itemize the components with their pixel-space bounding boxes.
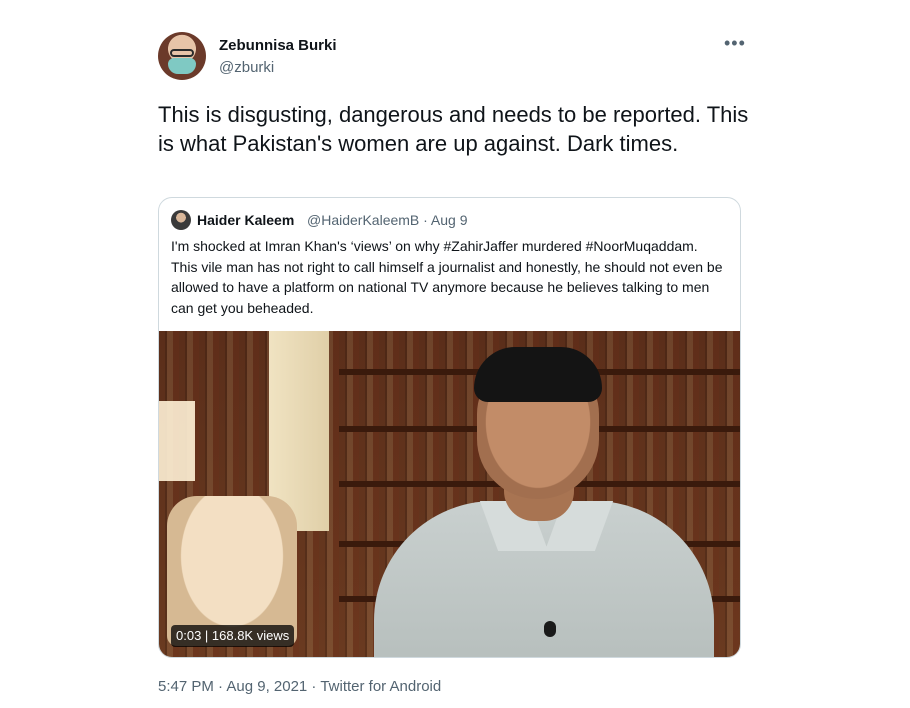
quoted-author-avatar[interactable] (171, 210, 191, 230)
window-light (159, 401, 195, 481)
video-time-views-badge: 0:03 | 168.8K views (171, 625, 295, 647)
quoted-author-name[interactable]: Haider Kaleem (197, 212, 294, 228)
armchair (167, 496, 297, 646)
avatar-glasses (170, 49, 194, 57)
person-hair (474, 347, 602, 402)
lapel-mic (544, 621, 556, 637)
tweet-timestamp-source[interactable]: 5:47 PM · Aug 9, 2021 · Twitter for Andr… (158, 678, 441, 695)
author-avatar[interactable] (158, 32, 206, 80)
tweet-card: Zebunnisa Burki @zburki ••• This is disg… (0, 0, 910, 708)
tweet-text: This is disgusting, dangerous and needs … (158, 102, 749, 156)
quoted-tweet-text: I'm shocked at Imran Khan's ‘views’ on w… (171, 238, 723, 316)
more-options-icon[interactable]: ••• (724, 33, 746, 54)
quoted-tweet[interactable]: Haider Kaleem @HaiderKaleemB · Aug 9 I'm… (158, 197, 741, 658)
quoted-author-meta[interactable]: @HaiderKaleemB · Aug 9 (307, 212, 468, 228)
video-thumbnail[interactable]: 0:03 | 168.8K views (159, 331, 740, 657)
avatar-mask (168, 58, 196, 74)
person-shirt (374, 501, 714, 657)
author-name[interactable]: Zebunnisa Burki (219, 37, 337, 54)
author-handle[interactable]: @zburki (219, 59, 274, 76)
